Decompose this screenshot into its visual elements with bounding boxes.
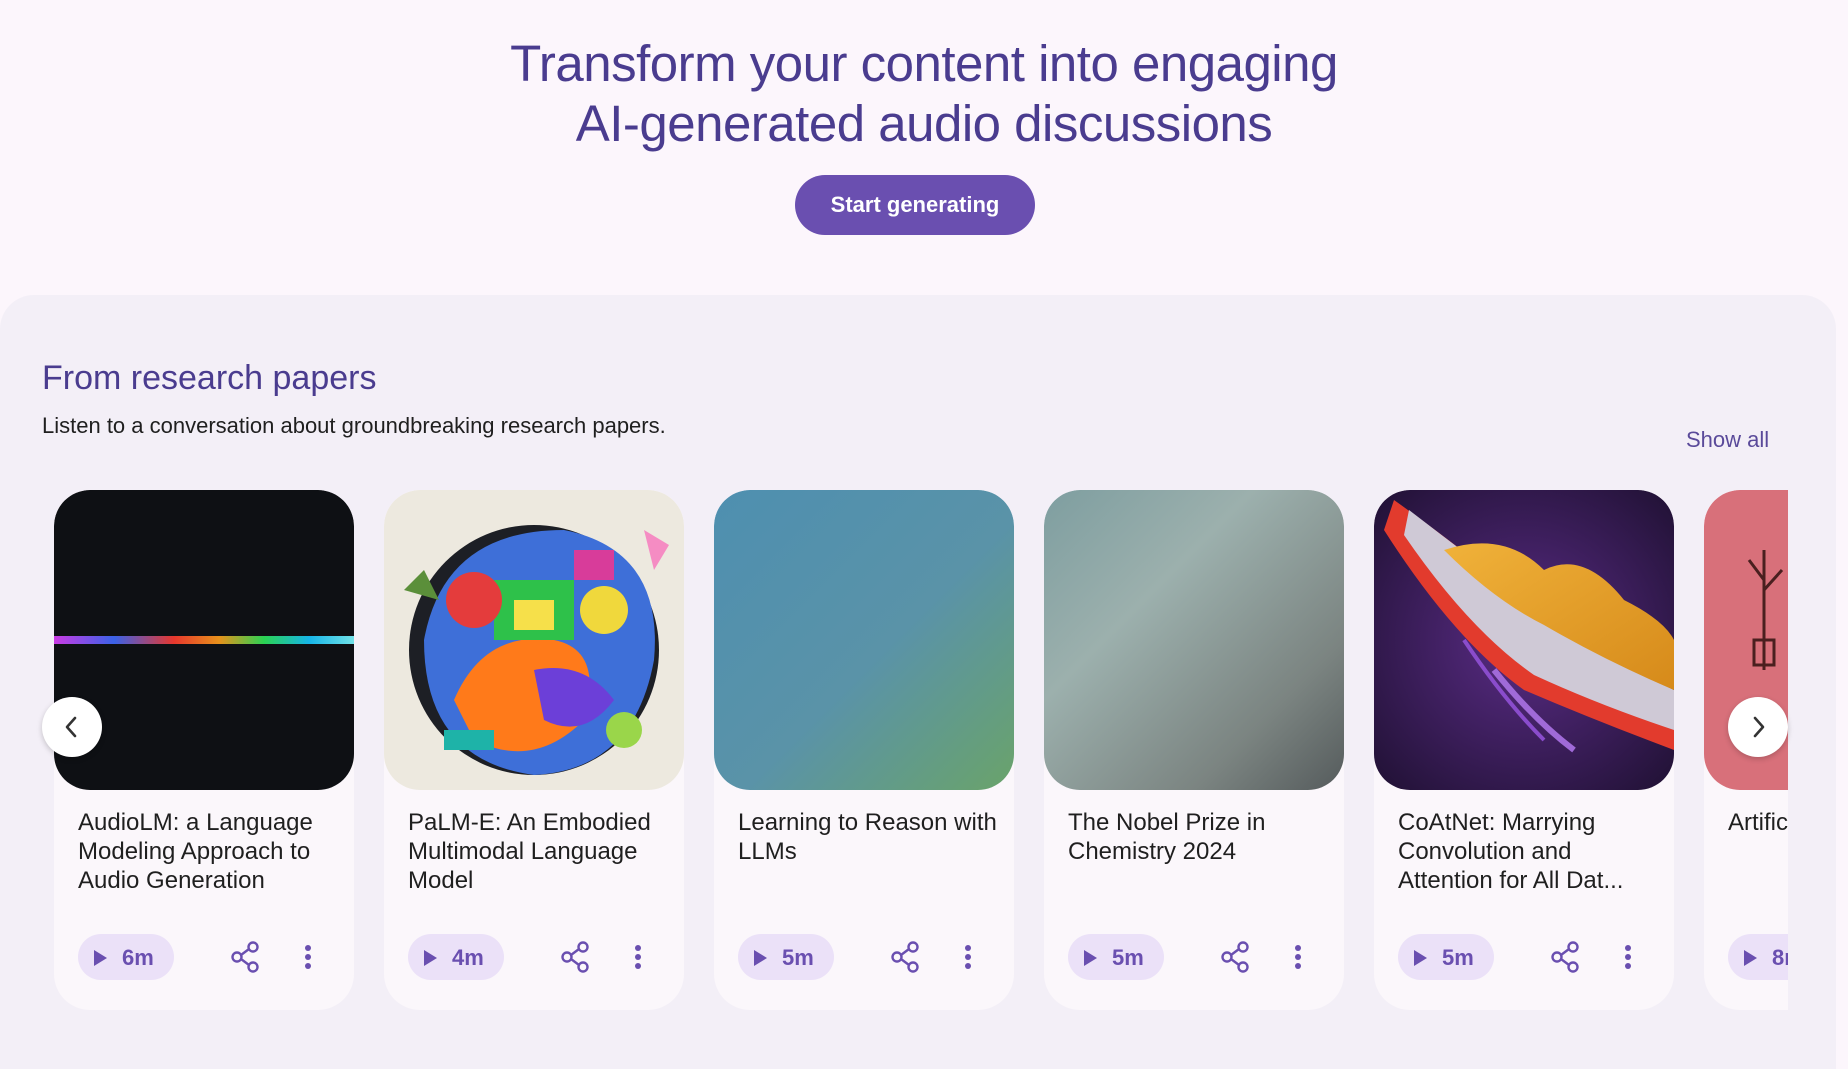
share-button[interactable] <box>556 937 596 977</box>
hero-title-line2: AI-generated audio discussions <box>575 95 1273 152</box>
share-icon <box>1551 941 1579 973</box>
carousel-prev-button[interactable] <box>42 697 102 757</box>
card[interactable]: Learning to Reason with LLMs 5m <box>714 490 1014 1010</box>
card[interactable]: PaLM-E: An Embodied Multimodal Language … <box>384 490 684 1010</box>
chevron-left-icon <box>65 716 77 738</box>
play-button[interactable]: 6m <box>78 934 174 980</box>
play-icon <box>754 950 767 966</box>
more-button[interactable] <box>948 937 988 977</box>
play-button[interactable]: 5m <box>1068 934 1164 980</box>
share-button[interactable] <box>1216 937 1256 977</box>
share-icon <box>1221 941 1249 973</box>
play-icon <box>1744 950 1757 966</box>
card-thumbnail[interactable] <box>714 490 1014 790</box>
play-icon <box>1084 950 1097 966</box>
card-title[interactable]: The Nobel Prize in Chemistry 2024 <box>1068 808 1328 866</box>
more-vert-icon <box>1625 945 1631 969</box>
purple-orange-ridge-image <box>1374 490 1674 790</box>
share-button[interactable] <box>226 937 266 977</box>
card-title[interactable]: AudioLM: a Language Modeling Approach to… <box>78 808 338 895</box>
card-title[interactable]: PaLM-E: An Embodied Multimodal Language … <box>408 808 668 895</box>
section-title: From research papers <box>42 359 377 397</box>
play-icon <box>94 950 107 966</box>
play-button[interactable]: 5m <box>738 934 834 980</box>
card-thumbnail[interactable] <box>1044 490 1344 790</box>
more-button[interactable] <box>1278 937 1318 977</box>
play-button[interactable]: 5m <box>1398 934 1494 980</box>
more-vert-icon <box>1295 945 1301 969</box>
share-icon <box>891 941 919 973</box>
share-icon <box>231 941 259 973</box>
card-title[interactable]: CoAtNet: Marrying Convolution and Attent… <box>1398 808 1658 895</box>
blue-green-gradient-image <box>714 490 1014 790</box>
card-title[interactable]: Learning to Reason with LLMs <box>738 808 998 866</box>
more-vert-icon <box>965 945 971 969</box>
share-button[interactable] <box>886 937 926 977</box>
more-button[interactable] <box>1608 937 1648 977</box>
hero-title-line1: Transform your content into engaging <box>510 35 1338 92</box>
play-icon <box>424 950 437 966</box>
card[interactable]: CoAtNet: Marrying Convolution and Attent… <box>1374 490 1674 1010</box>
duration-label: 6m <box>122 945 154 970</box>
card-thumbnail[interactable] <box>384 490 684 790</box>
show-all-link[interactable]: Show all <box>1686 427 1769 453</box>
section-subtitle: Listen to a conversation about groundbre… <box>42 413 666 438</box>
more-vert-icon <box>305 945 311 969</box>
carousel-next-button[interactable] <box>1728 697 1788 757</box>
duration-label: 8m <box>1772 945 1788 970</box>
start-generating-button[interactable]: Start generating <box>795 175 1035 235</box>
more-button[interactable] <box>288 937 328 977</box>
play-button[interactable]: 4m <box>408 934 504 980</box>
card[interactable]: The Nobel Prize in Chemistry 2024 5m <box>1044 490 1344 1010</box>
hero-title: Transform your content into engaging AI-… <box>0 34 1848 154</box>
play-button[interactable]: 8m <box>1728 934 1788 980</box>
card-title[interactable]: Artificial Index <box>1728 808 1788 837</box>
play-icon <box>1414 950 1427 966</box>
duration-label: 5m <box>782 945 814 970</box>
more-button[interactable] <box>618 937 658 977</box>
duration-label: 5m <box>1112 945 1144 970</box>
more-vert-icon <box>635 945 641 969</box>
duration-label: 4m <box>452 945 484 970</box>
chevron-right-icon <box>1753 716 1765 738</box>
gray-green-gradient-image <box>1044 490 1344 790</box>
duration-label: 5m <box>1442 945 1474 970</box>
card-thumbnail[interactable] <box>1374 490 1674 790</box>
research-papers-section: From research papers Listen to a convers… <box>0 295 1836 1069</box>
share-icon <box>561 941 589 973</box>
carousel: AudioLM: a Language Modeling Approach to… <box>54 490 1788 1010</box>
share-button[interactable] <box>1546 937 1586 977</box>
hero: Transform your content into engaging AI-… <box>0 0 1848 300</box>
colorful-collage-people-image <box>384 490 684 790</box>
